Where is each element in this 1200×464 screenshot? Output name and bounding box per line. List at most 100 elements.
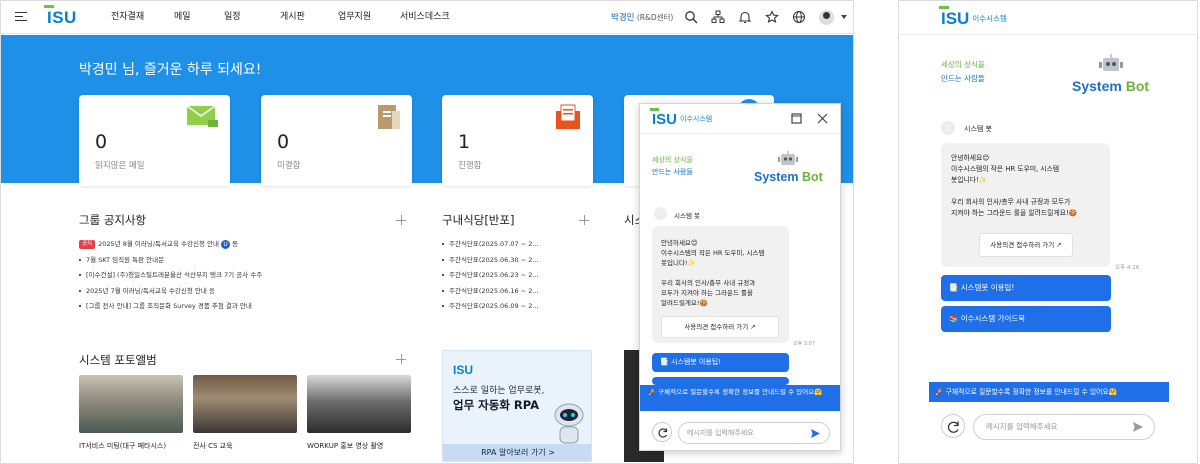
card-in-progress[interactable]: 1 진행함: [442, 95, 593, 186]
maximize-icon[interactable]: [791, 113, 802, 124]
list-item[interactable]: 공지 2025년 8월 이러닝/독서교육 수강신청 안내 U 등: [79, 237, 409, 253]
nav-mail[interactable]: 메일: [174, 1, 224, 34]
list-item[interactable]: 주간식단표(2025.06.16 ~ 2...: [442, 284, 592, 300]
list-item[interactable]: 2025년 7월 이러닝/독서교육 수강신청 안내 응: [79, 284, 409, 300]
photo-more-icon[interactable]: [396, 354, 406, 364]
chatbot-window: ISU 이수시스템 세상의 상식을 만드는 사람들 System Bot 시스템 …: [898, 0, 1198, 464]
message-time: 오후 4:16: [1115, 265, 1140, 271]
notice-list: 공지 2025년 8월 이러닝/독서교육 수강신청 안내 U 등 7월 SKT 임…: [79, 237, 409, 315]
feedback-button[interactable]: 사용의견 접수하러 가기 ↗: [979, 233, 1073, 257]
bot-message-text: 안녕하세요😊 이수시스템의 작은 HR 도우미, 시스템 봇입니다!✨ 우리 회…: [661, 239, 765, 307]
send-icon[interactable]: [1132, 421, 1144, 433]
bullet-icon: [442, 289, 444, 292]
list-item[interactable]: 주간식단표(2025.06.09 ~ 2...: [442, 299, 592, 315]
bot-message: 안녕하세요😊 이수시스템의 작은 HR 도우미, 시스템 봇입니다!✨ 우리 회…: [652, 226, 789, 343]
close-icon[interactable]: [817, 113, 828, 124]
photo-album-title: 시스템 포토앨범: [79, 353, 157, 367]
photo-caption: WORKUP 홍보 영상 촬영: [307, 442, 384, 450]
avatar[interactable]: [819, 10, 834, 25]
photo-caption: IT서비스 미팅(대구 페타시스): [79, 442, 167, 450]
main-nav: 전자결재 메일 일정 게시판 업무지원 서비스데스크: [111, 1, 470, 34]
bot-avatar-icon: [654, 207, 667, 220]
menu-icon[interactable]: [15, 12, 27, 21]
tip-banner: 🚀 구체적으로 질문할수록 정확한 정보를 안내드릴 수 있어요🤗: [640, 385, 840, 411]
nav-work-support[interactable]: 업무지원: [338, 1, 400, 34]
notice-more-icon[interactable]: [396, 215, 406, 225]
folder-icon: [378, 105, 400, 129]
message-time: 오후 3:07: [793, 341, 816, 347]
tips-button[interactable]: 📑 시스템봇 이용팁!: [941, 275, 1111, 301]
photo-thumbnail[interactable]: [79, 375, 183, 433]
list-item[interactable]: [이수건설] (주)청일스틸트레분울산 석산부지 탱크 7기 공사 수주: [79, 268, 409, 284]
bullet-icon: [442, 305, 444, 307]
user-dept: (R&D센터): [634, 13, 674, 22]
user-info[interactable]: 박경민 (R&D센터): [611, 1, 673, 34]
card-pending[interactable]: 0 미결함: [261, 95, 412, 186]
nav-schedule[interactable]: 일정: [224, 1, 280, 34]
cafeteria-title: 구내식당[반포]: [442, 213, 515, 227]
isu-system-logo: ISU 이수시스템: [650, 108, 712, 128]
bot-name: 시스템 봇: [964, 125, 992, 133]
bot-message-text: 안녕하세요😊 이수시스템의 작은 HR 도우미, 시스템 봇입니다!✨ 우리 회…: [951, 154, 1078, 217]
slogan-line1: 세상의 상식을: [652, 156, 693, 164]
search-icon[interactable]: [684, 10, 698, 24]
message-input[interactable]: 메시지를 입력해주세요: [973, 414, 1155, 440]
cafeteria-more-icon[interactable]: [579, 215, 589, 225]
bullet-icon: [442, 243, 444, 245]
chevron-down-icon[interactable]: [841, 15, 847, 19]
slogan-line2: 만드는 사람들: [652, 168, 693, 176]
refresh-icon: [947, 421, 959, 433]
send-icon[interactable]: [810, 428, 821, 439]
envelope-icon: [186, 105, 218, 127]
bot-name: 시스템 봇: [674, 212, 700, 220]
guide-button-partial[interactable]: [652, 377, 789, 385]
refresh-button[interactable]: [941, 414, 965, 438]
photo-thumbnail[interactable]: [193, 375, 297, 433]
top-bar: ISU 전자결재 메일 일정 게시판 업무지원 서비스데스크 박경민 (R&D센…: [1, 1, 853, 34]
bullet-icon: [79, 258, 81, 261]
slogan-line1: 세상의 상식을: [941, 60, 985, 69]
nav-approval[interactable]: 전자결재: [111, 1, 174, 34]
message-input[interactable]: 메시지를 입력해주세요: [678, 422, 830, 444]
bell-icon[interactable]: [738, 10, 752, 24]
tip-banner: 🚀 구체적으로 질문할수록 정확한 정보를 안내드릴 수 있어요🤗: [929, 382, 1169, 402]
list-item[interactable]: 주간식단표(2025.07.07 ~ 2...: [442, 237, 592, 253]
slogan-line2: 만드는 사람들: [941, 74, 985, 83]
org-chart-icon[interactable]: [711, 10, 725, 24]
list-item[interactable]: 주간식단표(2025.06.30 ~ 2...: [442, 253, 592, 269]
star-icon[interactable]: [765, 10, 779, 24]
photo-caption: 전사 CS 교육: [193, 442, 233, 450]
bullet-icon: [442, 258, 444, 261]
chatbot-header: ISU 이수시스템: [640, 104, 840, 134]
guidebook-button[interactable]: 📚 이수시스템 가이드북: [941, 306, 1111, 332]
bullet-icon: [79, 305, 81, 307]
card-unread-mail[interactable]: 0 읽지않은 메일: [79, 95, 230, 186]
bullet-icon: [79, 289, 81, 292]
bot-logo-icon: [778, 151, 798, 165]
portal-window: ISU 전자결재 메일 일정 게시판 업무지원 서비스데스크 박경민 (R&D센…: [0, 0, 854, 464]
rpa-line2: 업무 자동화 RPA: [453, 398, 540, 412]
rpa-logo: ISU: [453, 363, 474, 377]
nav-service-desk[interactable]: 서비스데스크: [400, 1, 470, 34]
tips-button[interactable]: 📑 시스템봇 이용팁!: [652, 353, 789, 372]
cafeteria-list: 주간식단표(2025.07.07 ~ 2... 주간식단표(2025.06.30…: [442, 237, 592, 315]
nav-board[interactable]: 게시판: [280, 1, 338, 34]
hot-badge: 공지: [79, 239, 96, 249]
photo-thumbnail[interactable]: [307, 375, 411, 433]
globe-icon[interactable]: [792, 10, 806, 24]
list-item[interactable]: 주간식단표(2025.06.23 ~ 2...: [442, 268, 592, 284]
refresh-button[interactable]: [652, 422, 672, 442]
screen: ISU 전자결재 메일 일정 게시판 업무지원 서비스데스크 박경민 (R&D센…: [0, 0, 1200, 464]
bot-logo-icon: [1099, 54, 1123, 71]
rpa-banner[interactable]: ISU 스스로 일하는 업무로봇, 업무 자동화 RPA RPA 알아보러 가기…: [442, 350, 592, 462]
isu-logo[interactable]: ISU: [44, 5, 77, 28]
isu-system-logo: ISU 이수시스템: [939, 6, 1007, 29]
bot-message: 안녕하세요😊 이수시스템의 작은 HR 도우미, 시스템 봇입니다!✨ 우리 회…: [941, 143, 1110, 267]
feedback-button[interactable]: 사용의견 접수하러 가기 ↗: [661, 316, 779, 338]
rpa-button[interactable]: RPA 알아보러 가기 >: [443, 444, 591, 461]
card-count: 0: [95, 131, 108, 153]
notice-title: 그룹 공지사항: [79, 213, 147, 227]
list-item[interactable]: 7월 SKT 임직원 특판 안내문: [79, 253, 409, 269]
list-item[interactable]: [그룹 전사 안내] 그룹 조직문화 Survey 경품 추첨 결과 안내: [79, 299, 409, 315]
chatbot-header: ISU 이수시스템: [899, 1, 1197, 35]
